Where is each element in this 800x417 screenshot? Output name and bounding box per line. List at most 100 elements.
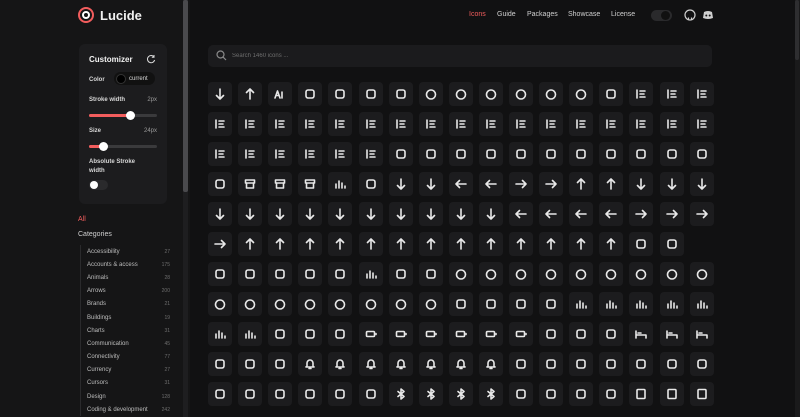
icon-cell[interactable] bbox=[208, 292, 232, 316]
icon-cell[interactable] bbox=[629, 172, 654, 196]
category-item[interactable]: Connectivity 77 bbox=[81, 351, 170, 364]
category-item[interactable]: Accessibility 27 bbox=[81, 245, 170, 258]
icon-cell[interactable] bbox=[509, 172, 533, 196]
icon-cell[interactable] bbox=[328, 202, 353, 226]
icon-cell[interactable] bbox=[448, 352, 473, 376]
icon-cell[interactable] bbox=[689, 202, 714, 226]
icon-cell[interactable] bbox=[599, 382, 624, 406]
icon-cell[interactable] bbox=[448, 142, 473, 166]
icon-cell[interactable] bbox=[418, 352, 443, 376]
icon-cell[interactable] bbox=[298, 322, 323, 346]
icon-cell[interactable] bbox=[539, 382, 564, 406]
category-item[interactable]: Charts 31 bbox=[81, 324, 170, 337]
icon-cell[interactable] bbox=[388, 292, 413, 316]
icon-cell[interactable] bbox=[689, 322, 714, 346]
icon-cell[interactable] bbox=[539, 232, 564, 256]
icon-cell[interactable] bbox=[328, 322, 353, 346]
icon-cell[interactable] bbox=[388, 322, 413, 346]
icon-cell[interactable] bbox=[238, 382, 263, 406]
category-item[interactable]: Currency 27 bbox=[81, 364, 170, 377]
category-item[interactable]: Buildings 19 bbox=[81, 311, 170, 324]
icon-cell[interactable] bbox=[689, 352, 714, 376]
icon-cell[interactable] bbox=[328, 82, 353, 106]
icon-cell[interactable] bbox=[569, 82, 594, 106]
icon-cell[interactable] bbox=[629, 382, 654, 406]
icon-cell[interactable] bbox=[328, 292, 353, 316]
icon-cell[interactable] bbox=[418, 202, 443, 226]
icon-cell[interactable] bbox=[599, 172, 624, 196]
icon-cell[interactable] bbox=[569, 382, 594, 406]
icon-cell[interactable] bbox=[358, 232, 383, 256]
icon-cell[interactable] bbox=[268, 382, 293, 406]
icon-cell[interactable] bbox=[328, 382, 353, 406]
size-slider[interactable] bbox=[89, 142, 157, 151]
icon-cell[interactable] bbox=[298, 382, 323, 406]
icon-cell[interactable] bbox=[599, 352, 624, 376]
sidebar-scrollbar-thumb[interactable] bbox=[183, 0, 188, 192]
nav-license[interactable]: License bbox=[611, 11, 635, 18]
icon-cell[interactable] bbox=[448, 262, 473, 286]
icon-cell[interactable] bbox=[689, 382, 714, 406]
icon-cell[interactable] bbox=[509, 322, 533, 346]
icon-cell[interactable] bbox=[238, 262, 263, 286]
github-icon[interactable] bbox=[684, 9, 696, 21]
icon-cell[interactable] bbox=[298, 352, 323, 376]
icon-cell[interactable] bbox=[478, 202, 503, 226]
icon-cell[interactable] bbox=[569, 322, 594, 346]
icon-cell[interactable] bbox=[689, 112, 714, 136]
icon-cell[interactable] bbox=[448, 112, 473, 136]
icon-cell[interactable] bbox=[629, 232, 654, 256]
icon-cell[interactable] bbox=[208, 382, 232, 406]
icon-cell[interactable] bbox=[268, 202, 293, 226]
icon-cell[interactable] bbox=[418, 262, 443, 286]
icon-cell[interactable] bbox=[478, 292, 503, 316]
icon-cell[interactable] bbox=[599, 262, 624, 286]
icon-cell[interactable] bbox=[629, 352, 654, 376]
icon-cell[interactable] bbox=[268, 292, 293, 316]
icon-cell[interactable] bbox=[509, 82, 533, 106]
icon-cell[interactable] bbox=[238, 202, 263, 226]
category-item[interactable]: Coding & development 242 bbox=[81, 403, 170, 416]
icon-cell[interactable] bbox=[629, 112, 654, 136]
icon-cell[interactable] bbox=[328, 112, 353, 136]
icon-cell[interactable] bbox=[539, 142, 564, 166]
icon-cell[interactable] bbox=[418, 382, 443, 406]
icon-cell[interactable] bbox=[388, 202, 413, 226]
icon-cell[interactable] bbox=[208, 202, 232, 226]
icon-cell[interactable] bbox=[358, 322, 383, 346]
icon-cell[interactable] bbox=[599, 202, 624, 226]
icon-cell[interactable] bbox=[358, 172, 383, 196]
icon-cell[interactable] bbox=[328, 172, 353, 196]
icon-cell[interactable] bbox=[298, 202, 323, 226]
icon-cell[interactable] bbox=[659, 262, 684, 286]
icon-cell[interactable] bbox=[509, 232, 533, 256]
icon-cell[interactable] bbox=[358, 292, 383, 316]
category-item[interactable]: Accounts & access 175 bbox=[81, 258, 170, 271]
icon-cell[interactable] bbox=[539, 352, 564, 376]
icon-cell[interactable] bbox=[358, 82, 383, 106]
icon-cell[interactable] bbox=[358, 382, 383, 406]
icon-cell[interactable] bbox=[268, 112, 293, 136]
logo[interactable]: Lucide bbox=[78, 7, 142, 23]
icon-cell[interactable] bbox=[569, 262, 594, 286]
icon-cell[interactable] bbox=[629, 82, 654, 106]
icon-cell[interactable] bbox=[539, 172, 564, 196]
icon-cell[interactable] bbox=[599, 292, 624, 316]
size-slider-handle[interactable] bbox=[98, 142, 108, 151]
icon-cell[interactable] bbox=[689, 292, 714, 316]
icon-cell[interactable] bbox=[509, 352, 533, 376]
stroke-width-slider-handle[interactable] bbox=[125, 111, 135, 120]
icon-cell[interactable] bbox=[659, 202, 684, 226]
icon-cell[interactable] bbox=[418, 142, 443, 166]
nav-icons[interactable]: Icons bbox=[469, 11, 486, 18]
icon-cell[interactable] bbox=[659, 112, 684, 136]
icon-cell[interactable] bbox=[448, 322, 473, 346]
icon-cell[interactable] bbox=[238, 82, 263, 106]
category-item[interactable]: Cursors 31 bbox=[81, 377, 170, 390]
icon-cell[interactable] bbox=[689, 142, 714, 166]
icon-cell[interactable] bbox=[358, 352, 383, 376]
icon-cell[interactable] bbox=[629, 262, 654, 286]
icon-cell[interactable] bbox=[298, 172, 323, 196]
icon-cell[interactable] bbox=[569, 232, 594, 256]
icon-cell[interactable] bbox=[328, 232, 353, 256]
